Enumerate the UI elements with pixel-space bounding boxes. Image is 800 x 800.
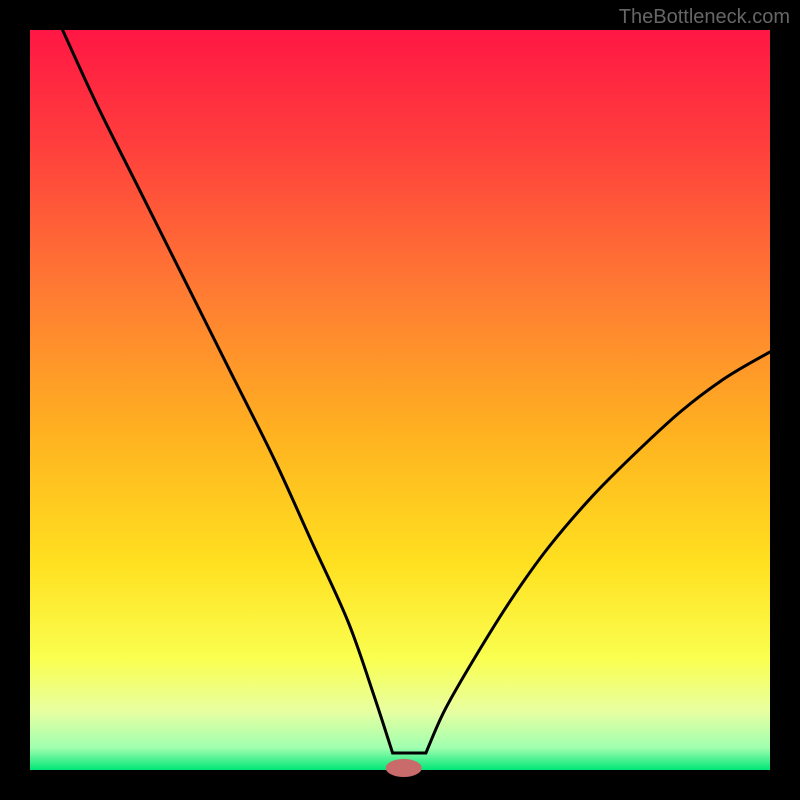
- optimal-marker: [386, 759, 422, 777]
- chart-container: TheBottleneck.com: [0, 0, 800, 800]
- plot-background: [30, 30, 770, 770]
- bottleneck-chart: [0, 0, 800, 800]
- attribution-text: TheBottleneck.com: [619, 6, 790, 29]
